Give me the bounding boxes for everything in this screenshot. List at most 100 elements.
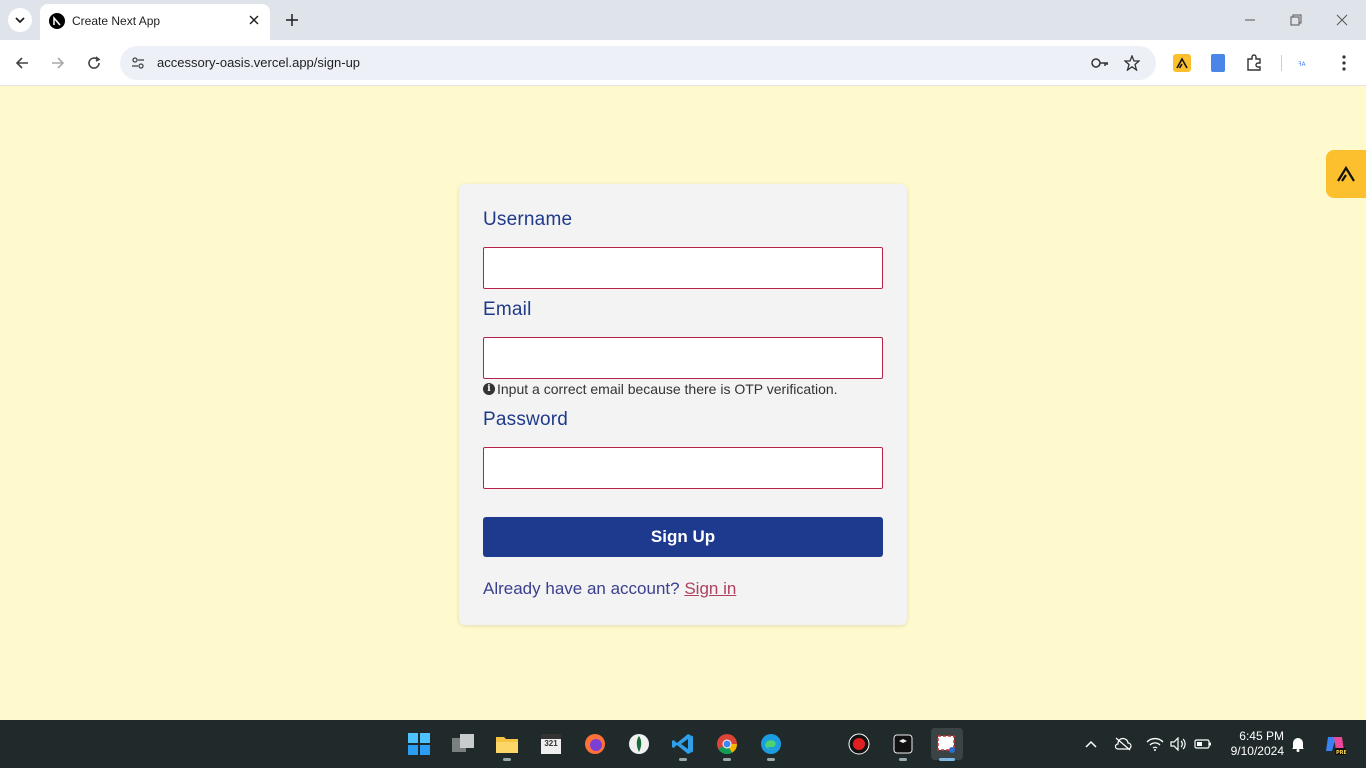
toolbar-separator bbox=[1281, 55, 1282, 71]
vercel-extension-icon bbox=[1173, 54, 1191, 72]
back-button[interactable] bbox=[10, 51, 34, 75]
taskbar-vscode[interactable] bbox=[667, 728, 699, 761]
volume-icon[interactable] bbox=[1169, 734, 1189, 754]
extensions-button[interactable] bbox=[1242, 51, 1266, 75]
password-input[interactable] bbox=[483, 447, 883, 489]
profile-icon: ꟻA bbox=[1298, 61, 1306, 67]
running-indicator bbox=[767, 758, 775, 761]
menu-icon bbox=[1342, 55, 1346, 71]
restore-button[interactable] bbox=[1286, 10, 1306, 30]
snipping-tool-icon bbox=[937, 735, 955, 753]
minimize-icon bbox=[1245, 19, 1255, 21]
extension-docs-button[interactable] bbox=[1206, 51, 1230, 75]
site-info-icon[interactable] bbox=[128, 53, 148, 73]
url-text: accessory-oasis.vercel.app/sign-up bbox=[157, 55, 361, 70]
star-icon[interactable] bbox=[1122, 53, 1142, 73]
forward-icon bbox=[52, 57, 65, 69]
forward-button[interactable] bbox=[46, 51, 70, 75]
account-prompt-text: Already have an account? bbox=[483, 579, 680, 598]
vercel-toolbar-widget[interactable] bbox=[1326, 150, 1366, 198]
reload-button[interactable] bbox=[82, 51, 106, 75]
browser-tab-bar: Create Next App bbox=[0, 0, 1366, 40]
system-clock[interactable]: 6:45 PM 9/10/2024 bbox=[1222, 729, 1284, 759]
taskbar-screen-recorder[interactable] bbox=[843, 728, 875, 760]
svg-text:PRE: PRE bbox=[1336, 750, 1346, 755]
notifications-button[interactable] bbox=[1288, 734, 1308, 754]
taskbar-app-cube[interactable] bbox=[887, 728, 919, 761]
close-icon bbox=[249, 15, 259, 25]
minimize-button[interactable] bbox=[1240, 10, 1260, 30]
taskbar-file-explorer[interactable] bbox=[491, 728, 523, 761]
running-indicator bbox=[503, 758, 511, 761]
browser-menu-button[interactable] bbox=[1332, 51, 1356, 75]
username-input[interactable] bbox=[483, 247, 883, 289]
copilot-icon: PRE bbox=[1326, 737, 1346, 755]
taskbar-mongodb-compass[interactable] bbox=[623, 728, 655, 760]
taskbar: 321 6:45 PM 9/10/2024 PRE bbox=[0, 720, 1366, 768]
svg-text:ꟻA: ꟻA bbox=[1298, 61, 1306, 67]
running-indicator bbox=[899, 758, 907, 761]
firefox-icon bbox=[585, 734, 605, 754]
show-hidden-icons-button[interactable] bbox=[1081, 734, 1101, 754]
task-view-button[interactable] bbox=[447, 728, 479, 760]
start-button[interactable] bbox=[403, 728, 435, 760]
signup-form: Username Email i Input a correct email b… bbox=[459, 184, 907, 625]
taskbar-chrome[interactable] bbox=[711, 728, 743, 761]
battery-icon[interactable] bbox=[1193, 734, 1213, 754]
address-bar[interactable]: accessory-oasis.vercel.app/sign-up bbox=[120, 46, 1156, 80]
chevron-up-icon bbox=[1085, 740, 1097, 748]
record-icon bbox=[848, 733, 870, 755]
email-hint-text: Input a correct email because there is O… bbox=[497, 381, 838, 397]
signup-button[interactable]: Sign Up bbox=[483, 517, 883, 557]
clock-time: 6:45 PM bbox=[1239, 729, 1284, 743]
puzzle-icon bbox=[1247, 54, 1261, 71]
info-icon: i bbox=[483, 383, 495, 395]
nextjs-favicon-icon bbox=[49, 13, 65, 29]
wifi-icon[interactable] bbox=[1145, 734, 1165, 754]
running-indicator bbox=[679, 758, 687, 761]
running-indicator bbox=[939, 758, 955, 761]
copilot-button[interactable]: PRE bbox=[1323, 732, 1347, 756]
browser-tab[interactable]: Create Next App bbox=[40, 4, 270, 40]
password-label: Password bbox=[483, 409, 569, 430]
reload-icon bbox=[88, 56, 101, 69]
taskbar-snipping-tool[interactable] bbox=[931, 728, 963, 761]
back-icon bbox=[15, 57, 28, 69]
email-label: Email bbox=[483, 299, 532, 320]
signin-link[interactable]: Sign in bbox=[684, 579, 736, 598]
plus-icon bbox=[286, 14, 298, 26]
email-input[interactable] bbox=[483, 337, 883, 379]
vscode-icon bbox=[672, 734, 693, 754]
profile-button[interactable]: ꟻA bbox=[1294, 51, 1318, 75]
key-icon[interactable] bbox=[1090, 53, 1110, 73]
restore-icon bbox=[1290, 14, 1302, 26]
chevron-down-icon bbox=[15, 17, 25, 24]
signin-prompt: Already have an account? Sign in bbox=[483, 579, 736, 599]
taskbar-calendar-app[interactable]: 321 bbox=[535, 728, 567, 760]
chrome-icon bbox=[717, 734, 738, 755]
close-icon bbox=[1336, 14, 1348, 26]
running-indicator bbox=[723, 758, 731, 761]
document-extension-icon bbox=[1211, 54, 1225, 72]
browser-toolbar: accessory-oasis.vercel.app/sign-up ꟻA bbox=[0, 40, 1366, 86]
bell-icon bbox=[1292, 738, 1304, 752]
username-label: Username bbox=[483, 209, 573, 230]
taskbar-firefox[interactable] bbox=[579, 728, 611, 760]
leaf-icon bbox=[629, 734, 649, 754]
email-hint: i Input a correct email because there is… bbox=[483, 381, 838, 397]
task-view-icon bbox=[452, 734, 474, 752]
tab-search-button[interactable] bbox=[8, 8, 32, 32]
calendar-icon: 321 bbox=[541, 734, 561, 754]
cube-icon bbox=[893, 734, 913, 754]
window-close-button[interactable] bbox=[1332, 10, 1352, 30]
tab-title: Create Next App bbox=[72, 14, 161, 28]
clock-date: 9/10/2024 bbox=[1230, 744, 1284, 758]
extension-vercel-button[interactable] bbox=[1170, 51, 1194, 75]
new-tab-button[interactable] bbox=[282, 10, 302, 30]
windows-start-icon bbox=[408, 733, 430, 755]
folder-icon bbox=[496, 737, 518, 753]
close-tab-button[interactable] bbox=[246, 12, 262, 28]
edge-icon bbox=[761, 734, 781, 754]
cloud-offline-icon[interactable] bbox=[1113, 734, 1133, 754]
taskbar-edge[interactable] bbox=[755, 728, 787, 761]
